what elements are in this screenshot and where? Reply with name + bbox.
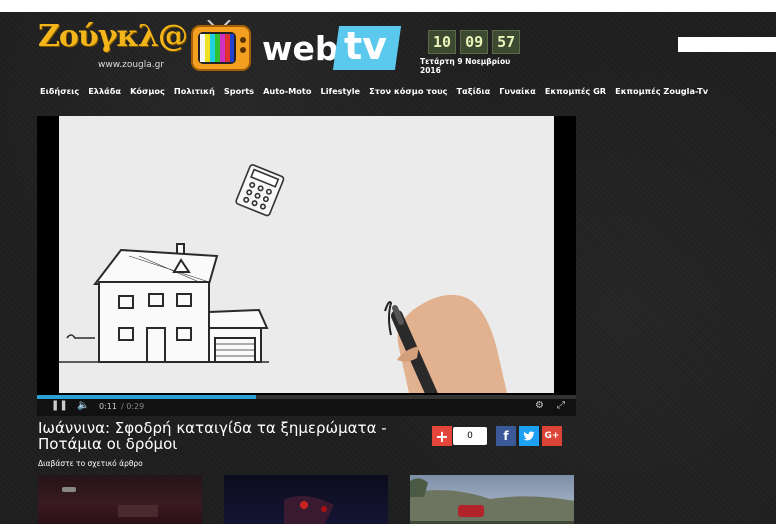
nav-item-sports[interactable]: Sports [224, 86, 254, 104]
video-player[interactable]: ❚❚ 🔈 0:11 / 0:29 ⚙ ⤢ [37, 116, 576, 416]
nav-item-news[interactable]: Ειδήσεις [40, 86, 79, 104]
related-video-thumbnail[interactable] [38, 475, 202, 524]
twitter-bird-icon [523, 431, 535, 441]
video-controls: ❚❚ 🔈 0:11 / 0:29 ⚙ ⤢ [37, 399, 576, 416]
thumbnail-image [62, 487, 158, 517]
webtv-logo: web tv [262, 24, 402, 72]
video-frame[interactable] [59, 116, 554, 393]
thumbnail-image [284, 496, 334, 524]
video-title: Ιωάννινα: Σφοδρή καταιγίδα τα ξημερώματα… [38, 419, 387, 453]
logo-url: www.zougla.gr [98, 60, 165, 70]
clock-hours: 10 [428, 30, 457, 54]
main-nav: Ειδήσεις Ελλάδα Κόσμος Πολιτική Sports A… [40, 86, 776, 104]
nav-item-greece[interactable]: Ελλάδα [88, 86, 121, 104]
google-plus-share-button[interactable]: G+ [542, 426, 562, 446]
add-share-button[interactable]: + [432, 426, 452, 446]
clock-seconds: 57 [492, 30, 521, 54]
whiteboard-animation-image [59, 116, 554, 393]
nav-item-auto-moto[interactable]: Auto-Moto [263, 86, 311, 104]
nav-item-world[interactable]: Κόσμος [130, 86, 165, 104]
nav-item-shows-gr[interactable]: Εκπομπές GR [545, 86, 606, 104]
share-bar: + 0 f G+ [432, 425, 562, 447]
twitter-share-button[interactable] [519, 426, 539, 446]
facebook-share-button[interactable]: f [496, 426, 516, 446]
related-video-thumbnail[interactable] [224, 475, 388, 524]
clock-minutes: 09 [460, 30, 489, 54]
nav-item-woman[interactable]: Γυναίκα [499, 86, 536, 104]
search-input[interactable] [678, 37, 776, 52]
nav-item-lifestyle[interactable]: Lifestyle [320, 86, 360, 104]
top-strip [0, 0, 776, 12]
nav-item-their-world[interactable]: Στον κόσμο τους [369, 86, 447, 104]
nav-item-politics[interactable]: Πολιτική [174, 86, 215, 104]
web-label: web [262, 29, 339, 68]
related-video-thumbnail[interactable] [410, 475, 574, 524]
current-time: 0:11 [99, 402, 117, 411]
tv-label: tv [344, 24, 387, 68]
header-clock: 10 09 57 Τετάρτη 9 Νοεμβρίου 2016 [420, 30, 530, 75]
related-article-link[interactable]: Διαβάστε το σχετικό άρθρο [38, 459, 143, 468]
settings-gear-icon[interactable]: ⚙ [535, 400, 544, 411]
nav-item-travel[interactable]: Ταξίδια [457, 86, 491, 104]
thumbnail-image [410, 478, 574, 521]
site-logo[interactable]: Ζούγκλ@ www.zougla.gr [38, 19, 188, 72]
logo-wordmark: Ζούγκλ@ [38, 19, 188, 54]
nav-item-shows-zougla-tv[interactable]: Εκπομπές Zougla-Tv [615, 86, 708, 104]
pause-icon[interactable]: ❚❚ [51, 400, 68, 411]
fullscreen-icon[interactable]: ⤢ [557, 400, 565, 411]
tv-icon [190, 19, 252, 72]
volume-icon[interactable]: 🔈 [77, 400, 89, 411]
share-count: 0 [453, 427, 487, 445]
duration: / 0:29 [121, 402, 145, 411]
clock-date: Τετάρτη 9 Νοεμβρίου 2016 [420, 57, 511, 75]
